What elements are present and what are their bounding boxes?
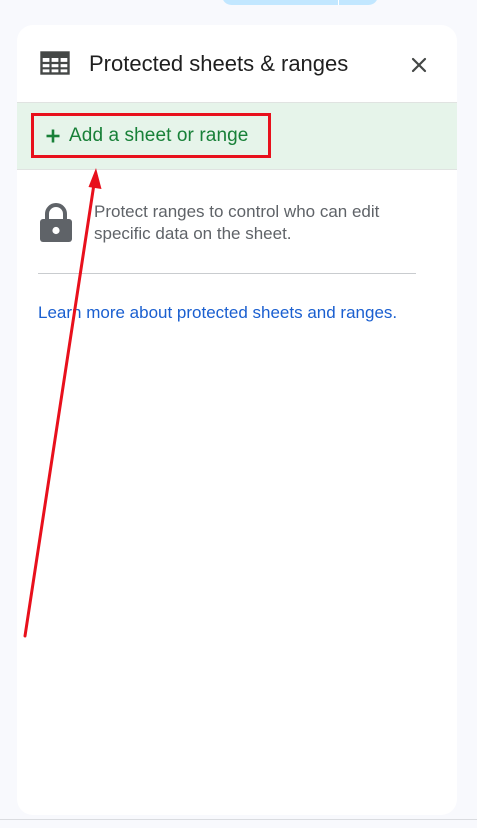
panel-title: Protected sheets & ranges	[89, 51, 349, 76]
lock-icon	[40, 203, 72, 242]
add-sheet-or-range-bar[interactable]: Add a sheet or range	[17, 102, 457, 170]
learn-more-link[interactable]: Learn more about protected sheets and ra…	[38, 303, 397, 323]
protected-ranges-panel: Protected sheets & ranges Add a sheet or…	[17, 25, 457, 815]
add-sheet-or-range-button[interactable]: Add a sheet or range	[31, 113, 271, 158]
protect-info-text: Protect ranges to control who can edit s…	[94, 202, 380, 243]
section-divider	[38, 273, 416, 274]
add-sheet-or-range-label: Add a sheet or range	[69, 124, 249, 146]
close-icon	[411, 57, 427, 73]
grid-table-icon	[40, 51, 70, 75]
page: Protected sheets & ranges Add a sheet or…	[0, 0, 477, 828]
plus-icon	[46, 129, 60, 142]
panel-header: Protected sheets & ranges	[17, 25, 457, 102]
top-pill-divider	[338, 0, 339, 5]
bottom-border	[0, 819, 477, 820]
protect-info-row: Protect ranges to control who can edit s…	[17, 170, 457, 275]
top-toolbar-pill[interactable]	[222, 0, 378, 5]
close-button[interactable]	[405, 51, 433, 79]
